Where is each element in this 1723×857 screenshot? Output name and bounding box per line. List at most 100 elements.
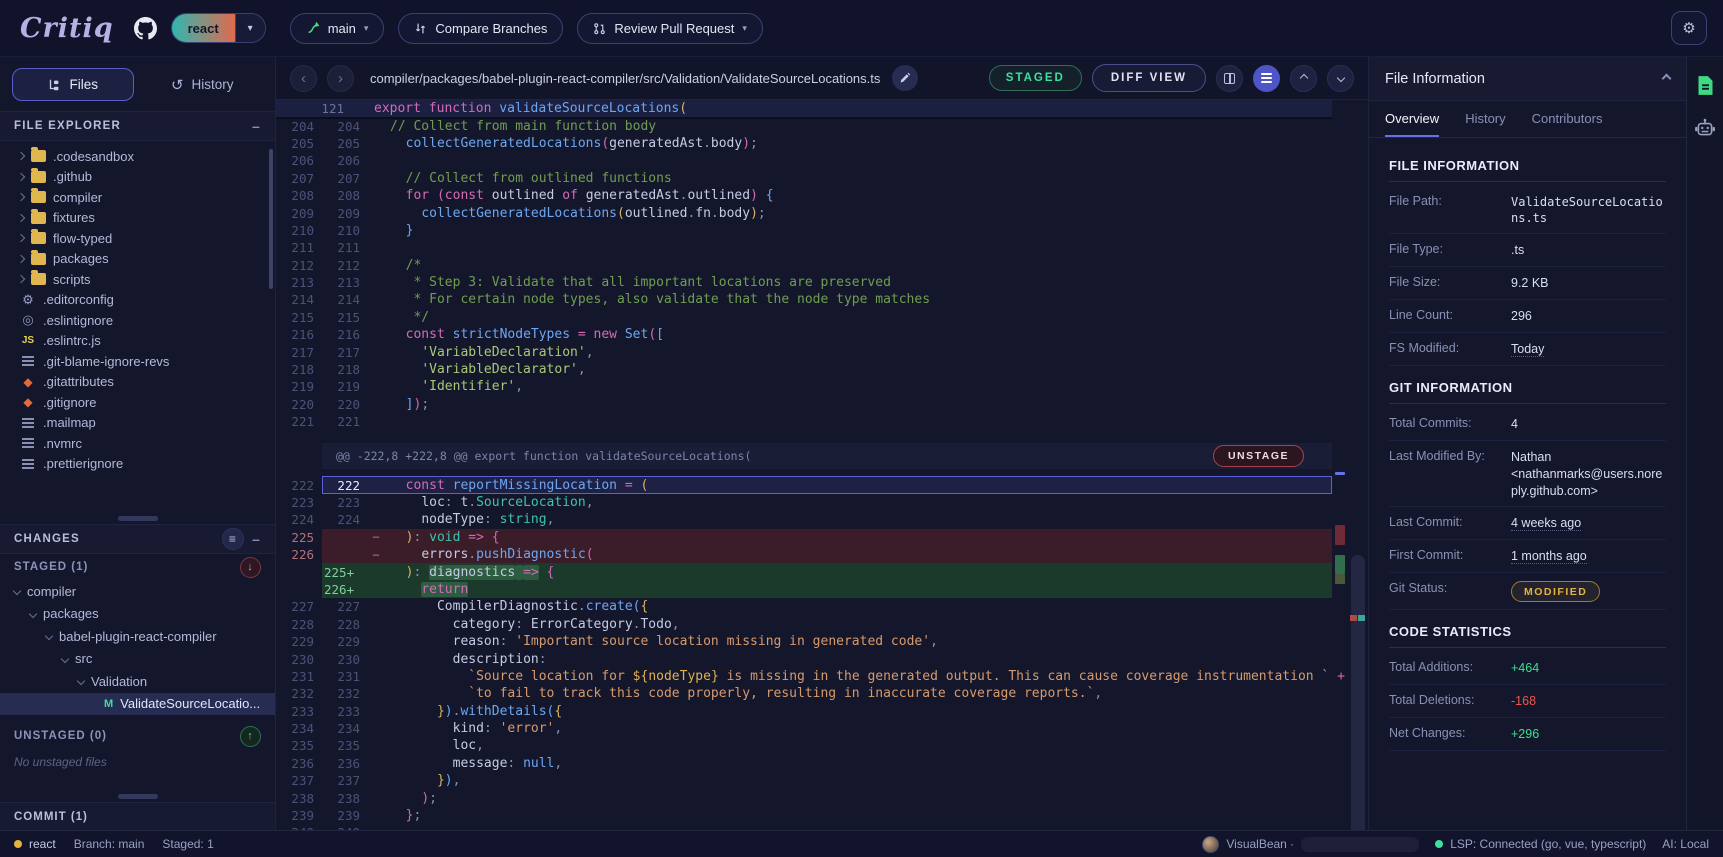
repo-name[interactable]: react — [171, 14, 235, 42]
panel-tab-overview[interactable]: Overview — [1385, 101, 1440, 137]
diff-context-line[interactable]: 207 207 // Collect from outlined function… — [276, 170, 1332, 187]
diff-context-line[interactable]: 224 224 nodeType: string, — [276, 511, 1332, 528]
diff-context-line[interactable]: 235 235 loc, — [276, 737, 1332, 754]
diff-context-line[interactable]: 205 205 collectGeneratedLocations(generat… — [276, 135, 1332, 152]
diff-removed-line[interactable]: 225− ): void => { — [276, 528, 1332, 546]
file-info-rail-icon[interactable] — [1696, 75, 1715, 96]
commit-section-header[interactable]: COMMIT (1) — [0, 802, 275, 830]
diff-context-line[interactable]: 211 211 — [276, 239, 1332, 256]
diff-context-line[interactable]: 234 234 kind: 'error', — [276, 720, 1332, 737]
unstage-hunk-button[interactable]: UNSTAGE — [1212, 445, 1304, 468]
staged-tree-folder-compiler[interactable]: compiler — [0, 580, 275, 603]
diff-context-line[interactable]: 239 239 }; — [276, 807, 1332, 824]
old-line-number: 205 — [291, 135, 314, 151]
diff-context-line[interactable]: 238 238 ); — [276, 789, 1332, 806]
diff-context-line[interactable]: 214 214 * For certain node types, also va… — [276, 291, 1332, 308]
diff-context-line[interactable]: 230 230 description: — [276, 650, 1332, 667]
explorer-file-.eslintrc.js[interactable]: JS .eslintrc.js — [0, 331, 275, 352]
commit-resize-handle[interactable] — [0, 791, 275, 802]
tab-files[interactable]: Files — [12, 68, 134, 101]
diff-context-line[interactable]: 232 232 `to fail to track this code prope… — [276, 685, 1332, 702]
review-pull-request-button[interactable]: Review Pull Request ▾ — [577, 12, 763, 44]
explorer-file-.gitattributes[interactable]: ◆ .gitattributes — [0, 372, 275, 393]
diff-context-line[interactable]: 209 209 collectGeneratedLocations(outline… — [276, 204, 1332, 221]
layers-view-button[interactable] — [1253, 64, 1280, 92]
changes-menu-button[interactable]: ≡ — [222, 528, 244, 550]
tab-history[interactable]: ↺ History — [142, 68, 264, 101]
diff-context-line[interactable]: 231 231 `Source location for ${nodeType} … — [276, 668, 1344, 685]
diff-context-line[interactable]: 228 228 category: ErrorCategory.Todo, — [276, 616, 1332, 633]
explorer-folder-scripts[interactable]: scripts — [0, 269, 275, 290]
explorer-file-.eslintignore[interactable]: ◎ .eslintignore — [0, 310, 275, 331]
diff-context-line[interactable]: 229 229 reason: 'Important source locatio… — [276, 633, 1332, 650]
explorer-folder-packages[interactable]: packages — [0, 249, 275, 270]
diff-context-line[interactable]: 215 215 */ — [276, 309, 1332, 326]
panel-collapse-chevron-icon[interactable] — [1661, 73, 1672, 84]
diff-context-line[interactable]: 233 233 }).withDetails({ — [276, 703, 1332, 720]
split-view-button[interactable] — [1216, 64, 1243, 92]
explorer-file-.nvmrc[interactable]: .nvmrc — [0, 433, 275, 454]
diff-context-line[interactable]: 223 223 loc: t.SourceLocation, — [276, 494, 1332, 511]
branch-selector[interactable]: main ▾ — [289, 12, 385, 44]
compare-branches-button[interactable]: Compare Branches — [398, 12, 564, 44]
diff-context-line[interactable]: 220 220 ]); — [276, 396, 1332, 413]
diff-context-line[interactable]: 216 216 const strictNodeTypes = new Set([ — [276, 326, 1332, 343]
panel-tab-history[interactable]: History — [1465, 101, 1505, 137]
settings-button[interactable]: ⚙ — [1671, 11, 1707, 45]
unstage-all-button[interactable]: ↓ — [240, 556, 261, 578]
github-icon[interactable] — [133, 16, 157, 40]
diff-added-line[interactable]: 226+ return — [276, 580, 1332, 599]
next-change-button[interactable] — [1327, 64, 1354, 92]
panel-tab-contributors[interactable]: Contributors — [1532, 101, 1603, 137]
staged-tree-folder-Validation[interactable]: Validation — [0, 670, 275, 693]
panel-resize-handle[interactable] — [0, 513, 275, 524]
diff-context-line[interactable]: 208 208 for (const outlined of generatedA… — [276, 187, 1332, 204]
explorer-file-.mailmap[interactable]: .mailmap — [0, 413, 275, 434]
edit-file-button[interactable] — [892, 65, 919, 91]
stage-all-button[interactable]: ↑ — [240, 725, 261, 747]
explorer-folder-compiler[interactable]: compiler — [0, 187, 275, 208]
explorer-file-.git-blame-ignore-revs[interactable]: .git-blame-ignore-revs — [0, 351, 275, 372]
staged-file-selected[interactable]: M ValidateSourceLocatio... — [0, 692, 275, 715]
diff-context-line[interactable]: 221 221 — [276, 413, 1332, 430]
changes-collapse-button[interactable]: – — [252, 531, 261, 547]
file-explorer-collapse-button[interactable]: – — [252, 118, 261, 134]
diff-context-line[interactable]: 236 236 message: null, — [276, 755, 1332, 772]
diff-context-line[interactable]: 240240 — [276, 824, 1332, 830]
diff-context-line[interactable]: 227 227 CompilerDiagnostic.create({ — [276, 598, 1332, 615]
explorer-folder-.codesandbox[interactable]: .codesandbox — [0, 146, 275, 167]
diff-context-line[interactable]: 217 217 'VariableDeclaration', — [276, 343, 1332, 360]
explorer-folder-flow-typed[interactable]: flow-typed — [0, 228, 275, 249]
old-line-number: 208 — [291, 188, 314, 204]
diff-context-line[interactable]: 219 219 'Identifier', — [276, 378, 1332, 395]
diff-view-toggle[interactable]: DIFF VIEW — [1091, 64, 1206, 92]
staged-tree-folder-babel-plugin-react-compiler[interactable]: babel-plugin-react-compiler — [0, 625, 275, 648]
prev-change-button[interactable] — [1290, 64, 1317, 92]
diff-context-line[interactable]: 210 210 } — [276, 222, 1332, 239]
explorer-file-.prettierignore[interactable]: .prettierignore — [0, 454, 275, 475]
diff-context-line[interactable]: 206 206 — [276, 152, 1332, 169]
explorer-folder-.github[interactable]: .github — [0, 167, 275, 188]
diff-context-line[interactable]: 218 218 'VariableDeclarator', — [276, 361, 1332, 378]
explorer-folder-fixtures[interactable]: fixtures — [0, 208, 275, 229]
staged-tree-folder-packages[interactable]: packages — [0, 603, 275, 626]
code-scrollbar[interactable] — [1348, 100, 1368, 830]
diff-removed-line[interactable]: 226− errors.pushDiagnostic( — [276, 545, 1332, 564]
diff-context-line[interactable]: 204 204// Collect from main function body — [276, 117, 1332, 134]
nav-forward-button[interactable]: › — [327, 64, 354, 92]
repo-selector[interactable]: react ▾ — [170, 13, 266, 43]
diff-added-line[interactable]: 225+ ): diagnostics => { — [276, 563, 1332, 581]
ai-robot-rail-icon[interactable] — [1694, 118, 1716, 138]
staged-tree-folder-src[interactable]: src — [0, 648, 275, 671]
explorer-file-.gitignore[interactable]: ◆ .gitignore — [0, 392, 275, 413]
diff-context-line[interactable]: 237 237 }), — [276, 772, 1332, 789]
repo-dropdown-caret[interactable]: ▾ — [234, 14, 265, 42]
explorer-scrollbar[interactable] — [269, 149, 273, 289]
diff-context-line[interactable]: 212 212 /* — [276, 257, 1332, 274]
diff-context-line[interactable]: 213 213 * Step 3: Validate that all impor… — [276, 274, 1332, 291]
explorer-file-.editorconfig[interactable]: ⚙ .editorconfig — [0, 290, 275, 311]
diff-selected-line[interactable]: 222 222 const reportMissingLocation = ( — [276, 476, 1332, 495]
code-diff-view[interactable]: 203203204204// Collect from main functio… — [276, 100, 1368, 830]
panel-header[interactable]: File Information — [1369, 57, 1686, 101]
nav-back-button[interactable]: ‹ — [290, 64, 317, 92]
